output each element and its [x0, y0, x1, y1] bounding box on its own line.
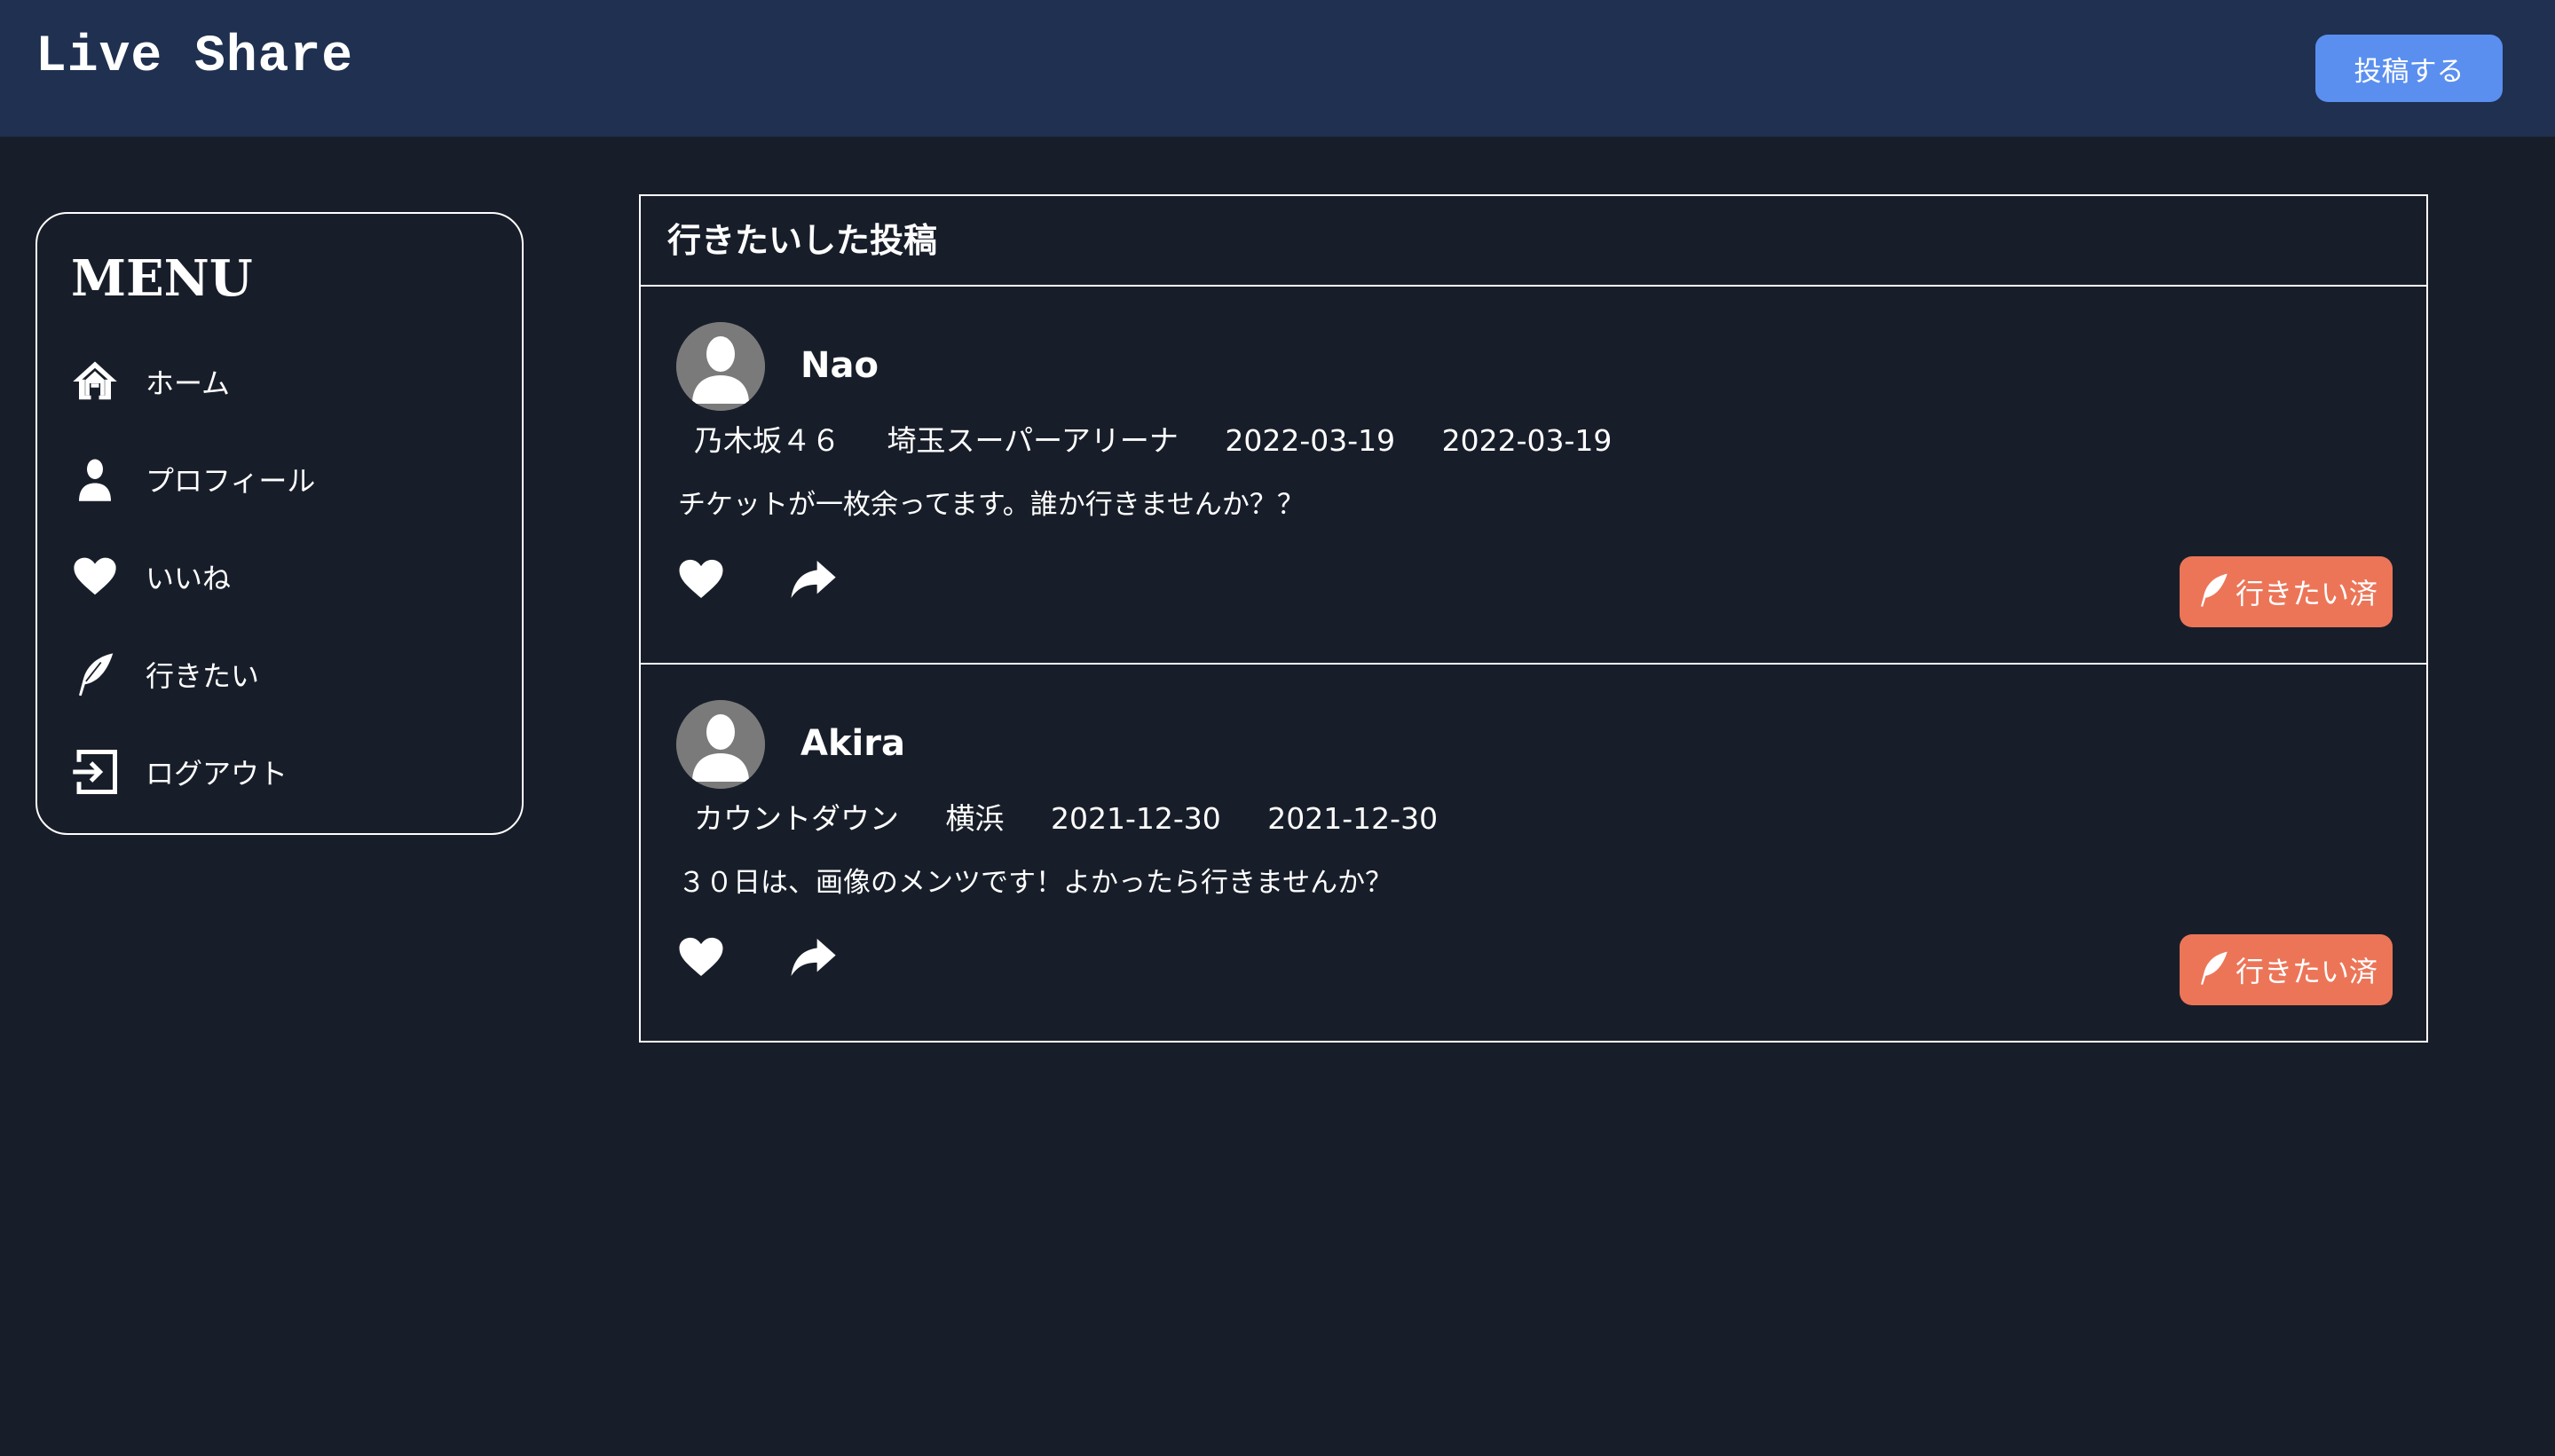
share-arrow-icon[interactable] [788, 933, 838, 982]
sidebar-item-label: ログアウト [146, 757, 288, 791]
going-button-label: 行きたい済 [2235, 955, 2378, 988]
going-done-button[interactable]: 行きたい済 [2180, 556, 2393, 627]
post-venue: 埼玉スーパーアリーナ [887, 423, 1179, 458]
post-body: ３０日は、画像のメンツです！よかったら行きませんか？ [678, 867, 1393, 899]
avatar[interactable] [676, 700, 765, 789]
sidebar-item-home[interactable]: ホーム [71, 350, 488, 413]
post-username[interactable]: Akira [800, 721, 905, 766]
sidebar-item-label: いいね [146, 562, 232, 595]
sidebar-menu: MENU ホーム プロフィール いいね 行きたい ログアウト [35, 212, 524, 835]
post-meta: カウントダウン 横浜 2021-12-30 2021-12-30 [694, 801, 1475, 837]
post-date-end: 2021-12-30 [1267, 801, 1439, 836]
panel-header: 行きたいした投稿 [641, 196, 2426, 287]
post-venue: 横浜 [945, 801, 1005, 836]
sidebar-item-likes[interactable]: いいね [71, 546, 488, 608]
like-heart-icon[interactable] [676, 933, 726, 982]
post-artist: 乃木坂４６ [694, 423, 840, 458]
logout-icon [71, 748, 119, 796]
sidebar-item-logout[interactable]: ログアウト [71, 741, 488, 803]
share-arrow-icon[interactable] [788, 555, 838, 604]
new-post-button[interactable]: 投稿する [2315, 35, 2503, 102]
menu-title: MENU [71, 249, 253, 308]
feather-icon [2195, 569, 2232, 615]
heart-icon [71, 553, 119, 601]
sidebar-item-label: ホーム [146, 366, 231, 400]
post-date-start: 2021-12-30 [1051, 801, 1221, 836]
feather-icon [2195, 947, 2232, 993]
post-username[interactable]: Nao [800, 343, 879, 388]
default-avatar-icon [676, 322, 765, 411]
like-heart-icon[interactable] [676, 555, 726, 604]
post-artist: カウントダウン [694, 801, 899, 836]
top-header: Live Share 投稿する [0, 0, 2555, 137]
post-date-end: 2022-03-19 [1441, 423, 1613, 458]
app-logo[interactable]: Live Share [35, 27, 353, 89]
sidebar-item-label: 行きたい [146, 659, 260, 693]
post-date-start: 2022-03-19 [1225, 423, 1396, 458]
feather-icon [71, 650, 119, 698]
post-meta: 乃木坂４６ 埼玉スーパーアリーナ 2022-03-19 2022-03-19 [694, 423, 1649, 459]
default-avatar-icon [676, 700, 765, 789]
user-icon [71, 455, 119, 503]
sidebar-item-profile[interactable]: プロフィール [71, 448, 488, 510]
going-done-button[interactable]: 行きたい済 [2180, 934, 2393, 1005]
page-title: 行きたいした投稿 [667, 221, 938, 260]
post-body: チケットが一枚余ってます。誰か行きませんか？？ [678, 489, 1305, 521]
going-posts-panel: 行きたいした投稿 Nao 乃木坂４６ 埼玉スーパーアリーナ 2022-03-19… [639, 194, 2428, 1043]
going-button-label: 行きたい済 [2235, 577, 2378, 610]
post-card: Akira カウントダウン 横浜 2021-12-30 2021-12-30 ３… [641, 665, 2426, 1043]
avatar[interactable] [676, 322, 765, 411]
home-icon [71, 358, 119, 405]
sidebar-item-label: プロフィール [146, 464, 316, 498]
post-card: Nao 乃木坂４６ 埼玉スーパーアリーナ 2022-03-19 2022-03-… [641, 287, 2426, 665]
sidebar-item-going[interactable]: 行きたい [71, 643, 488, 705]
